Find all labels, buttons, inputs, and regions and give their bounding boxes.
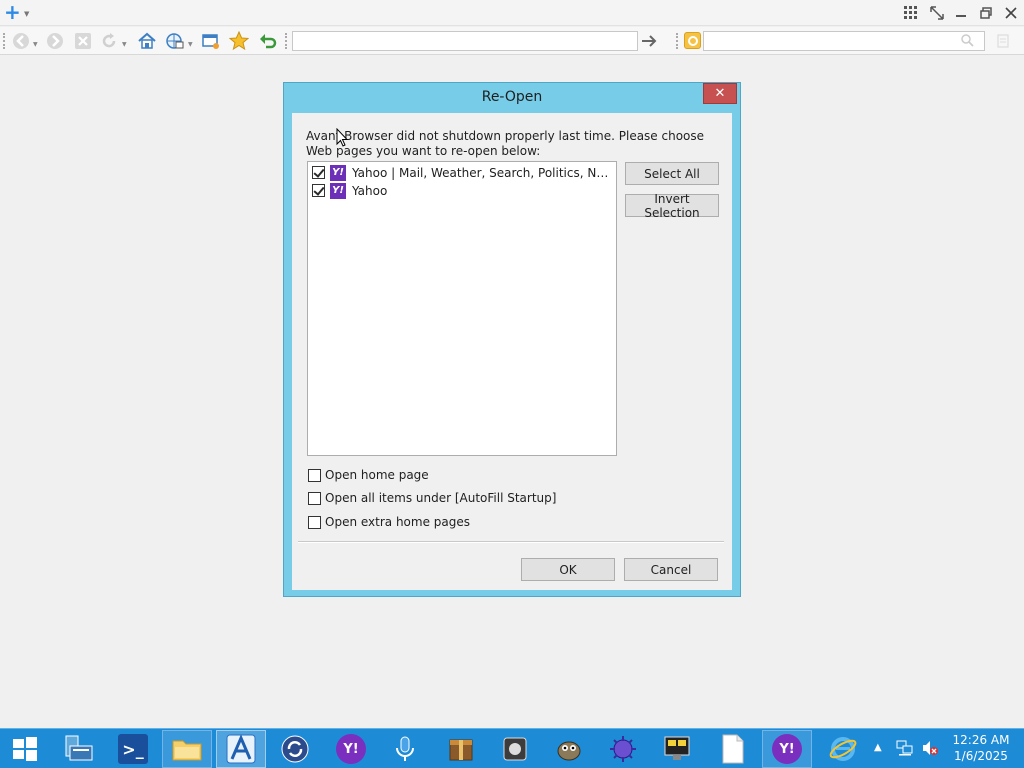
blank-document-icon[interactable] — [708, 730, 758, 768]
undo-close-icon[interactable] — [257, 30, 279, 52]
yahoo-favicon-icon: Y! — [330, 164, 346, 181]
option-open-autofill-startup[interactable]: Open all items under [AutoFill Startup] — [308, 490, 556, 506]
media-player-icon[interactable] — [490, 730, 540, 768]
file-explorer-icon[interactable] — [162, 730, 212, 768]
list-item[interactable]: Y! Yahoo — [312, 182, 612, 199]
fullscreen-icon[interactable] — [928, 4, 946, 22]
invert-selection-button[interactable]: Invert Selection — [625, 192, 719, 220]
network-icon[interactable] — [896, 739, 914, 757]
pages-list[interactable]: Y! Yahoo | Mail, Weather, Search, Politi… — [307, 161, 617, 456]
yahoo-favicon-icon: Y! — [330, 182, 346, 199]
cancel-button[interactable]: Cancel — [624, 558, 718, 581]
option-label: Open home page — [325, 468, 429, 482]
back-arrow-icon[interactable] — [10, 30, 32, 52]
clock-time: 12:26 AM — [952, 733, 1010, 747]
new-tab-dropdown-icon[interactable]: ▼ — [24, 10, 29, 18]
show-hidden-icons-icon[interactable]: ▲ — [874, 742, 882, 753]
clock-date: 1/6/2025 — [954, 749, 1008, 763]
system-monitor-icon[interactable] — [652, 730, 702, 768]
page-checkbox[interactable] — [312, 184, 325, 197]
sync-app-icon[interactable] — [270, 730, 320, 768]
gimp-icon[interactable] — [544, 730, 594, 768]
reopen-dialog: Re-Open ✕ Avant Browser did not shutdown… — [283, 82, 741, 597]
new-tab-plus-icon[interactable]: + — [4, 2, 24, 23]
archive-box-icon[interactable] — [436, 730, 486, 768]
search-input[interactable] — [703, 31, 985, 51]
reopen-message: Avant Browser did not shutdown properly … — [306, 129, 705, 158]
toolbar-grip[interactable] — [285, 33, 288, 49]
stop-icon[interactable] — [72, 30, 94, 52]
forward-arrow-icon[interactable] — [44, 30, 66, 52]
dialog-body: Avant Browser did not shutdown properly … — [292, 113, 732, 590]
yahoo-messenger-icon[interactable]: Y! — [326, 730, 376, 768]
dialog-divider — [298, 541, 724, 543]
close-window-icon[interactable] — [1002, 4, 1020, 22]
home-icon[interactable] — [136, 30, 158, 52]
dialog-title: Re-Open — [481, 89, 543, 105]
favorites-star-icon[interactable] — [228, 30, 250, 52]
toolbar-grip[interactable] — [676, 33, 679, 49]
option-checkbox[interactable] — [308, 515, 321, 529]
yahoo-app-icon[interactable]: Y! — [762, 730, 812, 768]
search-icon[interactable] — [960, 33, 974, 47]
powershell-icon[interactable]: >_ — [108, 730, 158, 768]
address-bar-input[interactable] — [292, 31, 638, 51]
volume-muted-icon[interactable] — [921, 739, 939, 757]
refresh-dropdown-icon[interactable]: ▼ — [122, 41, 127, 48]
ok-button[interactable]: OK — [521, 558, 615, 581]
system-clock[interactable]: 12:26 AM 1/6/2025 — [948, 732, 1014, 764]
page-label: Yahoo — [352, 183, 388, 198]
tab-bar: + ▼ — [0, 0, 1024, 26]
select-all-button[interactable]: Select All — [625, 162, 719, 185]
mouse-cursor-icon — [336, 128, 349, 147]
option-open-home-page[interactable]: Open home page — [308, 467, 429, 483]
list-item[interactable]: Y! Yahoo | Mail, Weather, Search, Politi… — [312, 164, 612, 181]
option-label: Open extra home pages — [325, 515, 471, 529]
search-options-icon[interactable] — [992, 30, 1014, 52]
go-arrow-icon[interactable] — [640, 30, 660, 52]
proxy-globe-icon[interactable] — [164, 30, 186, 52]
taskbar: >_ Y! Y! ▲ 12:26 AM 1/6/2025 — [0, 728, 1024, 768]
toolbar-grip[interactable] — [3, 33, 6, 49]
search-engine-selector-icon[interactable] — [684, 32, 701, 49]
navigation-toolbar: ▼ ▼ ▼ — [0, 27, 1024, 55]
dialog-close-button[interactable]: ✕ — [703, 83, 737, 104]
server-manager-icon[interactable] — [52, 730, 102, 768]
voice-recorder-icon[interactable] — [380, 730, 430, 768]
proxy-dropdown-icon[interactable]: ▼ — [188, 41, 193, 48]
feeds-window-icon[interactable] — [200, 30, 222, 52]
back-dropdown-icon[interactable]: ▼ — [33, 41, 38, 48]
start-button[interactable] — [0, 730, 50, 768]
option-label: Open all items under [AutoFill Startup] — [325, 491, 557, 505]
restore-icon[interactable] — [977, 4, 995, 22]
page-checkbox[interactable] — [312, 166, 325, 179]
avant-browser-icon[interactable] — [216, 730, 266, 768]
page-label: Yahoo | Mail, Weather, Search, Politics,… — [352, 165, 612, 180]
apps-grid-icon[interactable] — [902, 4, 920, 22]
option-checkbox[interactable] — [308, 491, 321, 505]
spiky-ball-icon[interactable] — [598, 730, 648, 768]
option-checkbox[interactable] — [308, 468, 321, 482]
refresh-icon[interactable] — [98, 30, 120, 52]
option-open-extra-home-pages[interactable]: Open extra home pages — [308, 514, 470, 530]
minimize-icon[interactable] — [952, 4, 970, 22]
internet-explorer-icon[interactable] — [818, 730, 868, 768]
